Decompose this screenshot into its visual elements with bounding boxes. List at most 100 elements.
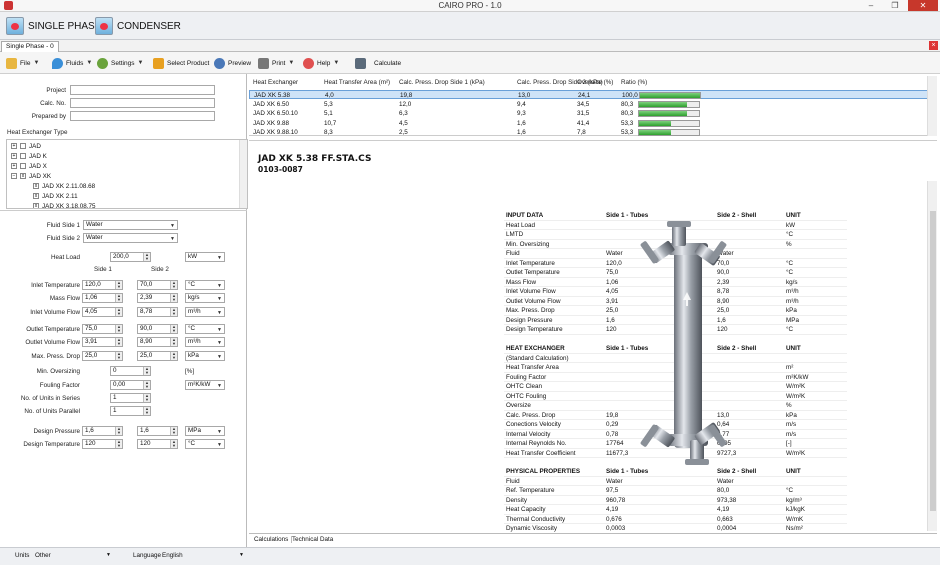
spinner-arrows-icon[interactable]: ▲ ▼: [115, 281, 122, 289]
tree-scrollbar[interactable]: [239, 140, 247, 208]
side1-spinner[interactable]: 4,05 ▲ ▼: [82, 307, 123, 317]
results-row[interactable]: JAD XK 9.88 10,7 4,5 1,6 41,4 53,3: [249, 119, 929, 128]
side2-spinner[interactable]: 2,39 ▲ ▼: [137, 293, 178, 303]
tab-technical-data[interactable]: Technical Data: [289, 536, 336, 543]
chevron-down-icon[interactable]: ▼: [239, 552, 244, 558]
spinner-arrows-icon[interactable]: ▲ ▼: [170, 352, 177, 360]
unit-select[interactable]: m³/h ▼: [185, 337, 225, 347]
spinner-arrows-icon[interactable]: ▲ ▼: [143, 407, 150, 415]
results-column-header[interactable]: Oversize (%): [577, 79, 613, 86]
tree-checkbox[interactable]: [20, 153, 26, 159]
fluid-side2-select[interactable]: Water ▼: [83, 233, 178, 243]
side1-spinner[interactable]: 120,0 ▲ ▼: [82, 280, 123, 290]
side1-spinner[interactable]: 1,06 ▲ ▼: [82, 293, 123, 303]
chevron-down-icon[interactable]: ▼: [106, 552, 111, 558]
file-menu[interactable]: File ▼: [6, 56, 39, 70]
tree-checkbox[interactable]: [20, 143, 26, 149]
results-column-header[interactable]: Calc. Press. Drop Side 1 (kPa): [399, 79, 485, 86]
tree-checkbox[interactable]: [20, 163, 26, 169]
single-phase-button[interactable]: SINGLE PHASE: [6, 15, 101, 37]
project-input[interactable]: [70, 85, 215, 95]
results-row[interactable]: JAD XK 6.50 5,3 12,0 9,4 34,5 80,3: [249, 100, 929, 109]
results-column-header[interactable]: Ratio (%): [621, 79, 647, 86]
results-column-header[interactable]: Heat Transfer Area (m²): [324, 79, 390, 86]
design-pressure-unit-select[interactable]: MPa ▼: [185, 426, 225, 436]
close-button[interactable]: ✕: [908, 0, 938, 11]
unit-select[interactable]: °C ▼: [185, 324, 225, 334]
tab-single-phase-0[interactable]: Single Phase - 0: [1, 41, 59, 52]
tree-checkbox[interactable]: x: [33, 203, 39, 208]
tree-node[interactable]: + JAD: [11, 141, 96, 151]
spinner-arrows-icon[interactable]: ▲ ▼: [143, 394, 150, 402]
unit-select[interactable]: kPa ▼: [185, 351, 225, 361]
spinner-arrows-icon[interactable]: ▲ ▼: [115, 294, 122, 302]
expand-icon[interactable]: −: [11, 173, 17, 179]
heat-load-unit-select[interactable]: kW ▼: [185, 252, 225, 262]
design-temperature-side2[interactable]: 120 ▲ ▼: [137, 439, 178, 449]
condenser-button[interactable]: CONDENSER: [95, 15, 181, 37]
results-row[interactable]: JAD XK 6.50.10 5,1 6,3 9,3 31,5 80,3: [249, 109, 929, 118]
spinner-arrows-icon[interactable]: ▲ ▼: [170, 427, 177, 435]
design-temperature-unit-select[interactable]: °C ▼: [185, 439, 225, 449]
fouling-unit-select[interactable]: m²K/kW ▼: [185, 380, 225, 390]
fouling-spinner[interactable]: 0,00 ▲ ▼: [110, 380, 151, 390]
heat-load-spinner[interactable]: 200,0 ▲ ▼: [110, 252, 151, 262]
maximize-button[interactable]: ❐: [884, 0, 906, 11]
side2-spinner[interactable]: 8,78 ▲ ▼: [137, 307, 178, 317]
calc-no-input[interactable]: [70, 98, 215, 108]
spinner-arrows-icon[interactable]: ▲ ▼: [115, 427, 122, 435]
scrollbar-thumb[interactable]: [930, 211, 936, 511]
language-value[interactable]: English: [162, 552, 183, 559]
results-row[interactable]: JAD XK 5.38 4,0 19,8 13,0 24,1 100,0: [249, 90, 929, 99]
spinner-arrows-icon[interactable]: ▲ ▼: [115, 440, 122, 448]
tree-node[interactable]: − x JAD XK: [11, 171, 96, 181]
hx-type-tree[interactable]: + JAD + JAD K + JAD X − x JAD XK x JAD XK 2.11.08.…: [6, 139, 248, 209]
side1-spinner[interactable]: 3,91 ▲ ▼: [82, 337, 123, 347]
design-pressure-side1[interactable]: 1,6 ▲ ▼: [82, 426, 123, 436]
expand-icon[interactable]: +: [11, 163, 17, 169]
settings-menu[interactable]: Settings ▼: [97, 56, 143, 70]
spinner-arrows-icon[interactable]: ▲ ▼: [170, 325, 177, 333]
select-product-button[interactable]: Select Product: [153, 56, 209, 70]
help-menu[interactable]: Help ▼: [303, 56, 339, 70]
spinner-arrows-icon[interactable]: ▲ ▼: [143, 253, 150, 261]
tree-checkbox[interactable]: x: [33, 183, 39, 189]
results-row[interactable]: JAD XK 9.88.10 8,3 2,5 1,6 7,8 53,3: [249, 128, 929, 137]
preview-button[interactable]: Preview: [214, 56, 251, 70]
spinner-arrows-icon[interactable]: ▲ ▼: [115, 308, 122, 316]
spinner-arrows-icon[interactable]: ▲ ▼: [115, 338, 122, 346]
units-parallel-spinner[interactable]: 1 ▲ ▼: [110, 406, 151, 416]
tab-calculations[interactable]: Calculations: [251, 536, 293, 543]
prepared-by-input[interactable]: [70, 111, 215, 121]
design-temperature-side1[interactable]: 120 ▲ ▼: [82, 439, 123, 449]
spinner-arrows-icon[interactable]: ▲ ▼: [170, 308, 177, 316]
spinner-arrows-icon[interactable]: ▲ ▼: [115, 325, 122, 333]
report-scrollbar[interactable]: [927, 181, 937, 531]
side2-spinner[interactable]: 90,0 ▲ ▼: [137, 324, 178, 334]
unit-select[interactable]: m³/h ▼: [185, 307, 225, 317]
spinner-arrows-icon[interactable]: ▲ ▼: [170, 281, 177, 289]
tree-node[interactable]: x JAD XK 2.11: [33, 191, 96, 201]
expand-icon[interactable]: +: [11, 153, 17, 159]
side2-spinner[interactable]: 25,0 ▲ ▼: [137, 351, 178, 361]
tree-node[interactable]: + JAD K: [11, 151, 96, 161]
tree-node[interactable]: x JAD XK 2.11.08.68: [33, 181, 96, 191]
unit-select[interactable]: kg/s ▼: [185, 293, 225, 303]
spinner-arrows-icon[interactable]: ▲ ▼: [170, 294, 177, 302]
units-value[interactable]: Other: [35, 552, 51, 559]
spinner-arrows-icon[interactable]: ▲ ▼: [170, 338, 177, 346]
calculate-button[interactable]: Calculate: [355, 56, 401, 70]
tree-checkbox[interactable]: x: [20, 173, 26, 179]
side1-spinner[interactable]: 75,0 ▲ ▼: [82, 324, 123, 334]
min-oversizing-spinner[interactable]: 0 ▲ ▼: [110, 366, 151, 376]
tree-node[interactable]: x JAD XK 3.18.08.75: [33, 201, 96, 208]
close-tab-icon[interactable]: ×: [929, 41, 938, 50]
side2-spinner[interactable]: 8,90 ▲ ▼: [137, 337, 178, 347]
tree-node[interactable]: + JAD X: [11, 161, 96, 171]
print-menu[interactable]: Print ▼: [258, 56, 294, 70]
spinner-arrows-icon[interactable]: ▲ ▼: [143, 367, 150, 375]
spinner-arrows-icon[interactable]: ▲ ▼: [143, 381, 150, 389]
results-column-header[interactable]: Heat Exchanger: [253, 79, 298, 86]
results-scrollbar[interactable]: [927, 76, 937, 136]
minimize-button[interactable]: –: [860, 0, 882, 11]
